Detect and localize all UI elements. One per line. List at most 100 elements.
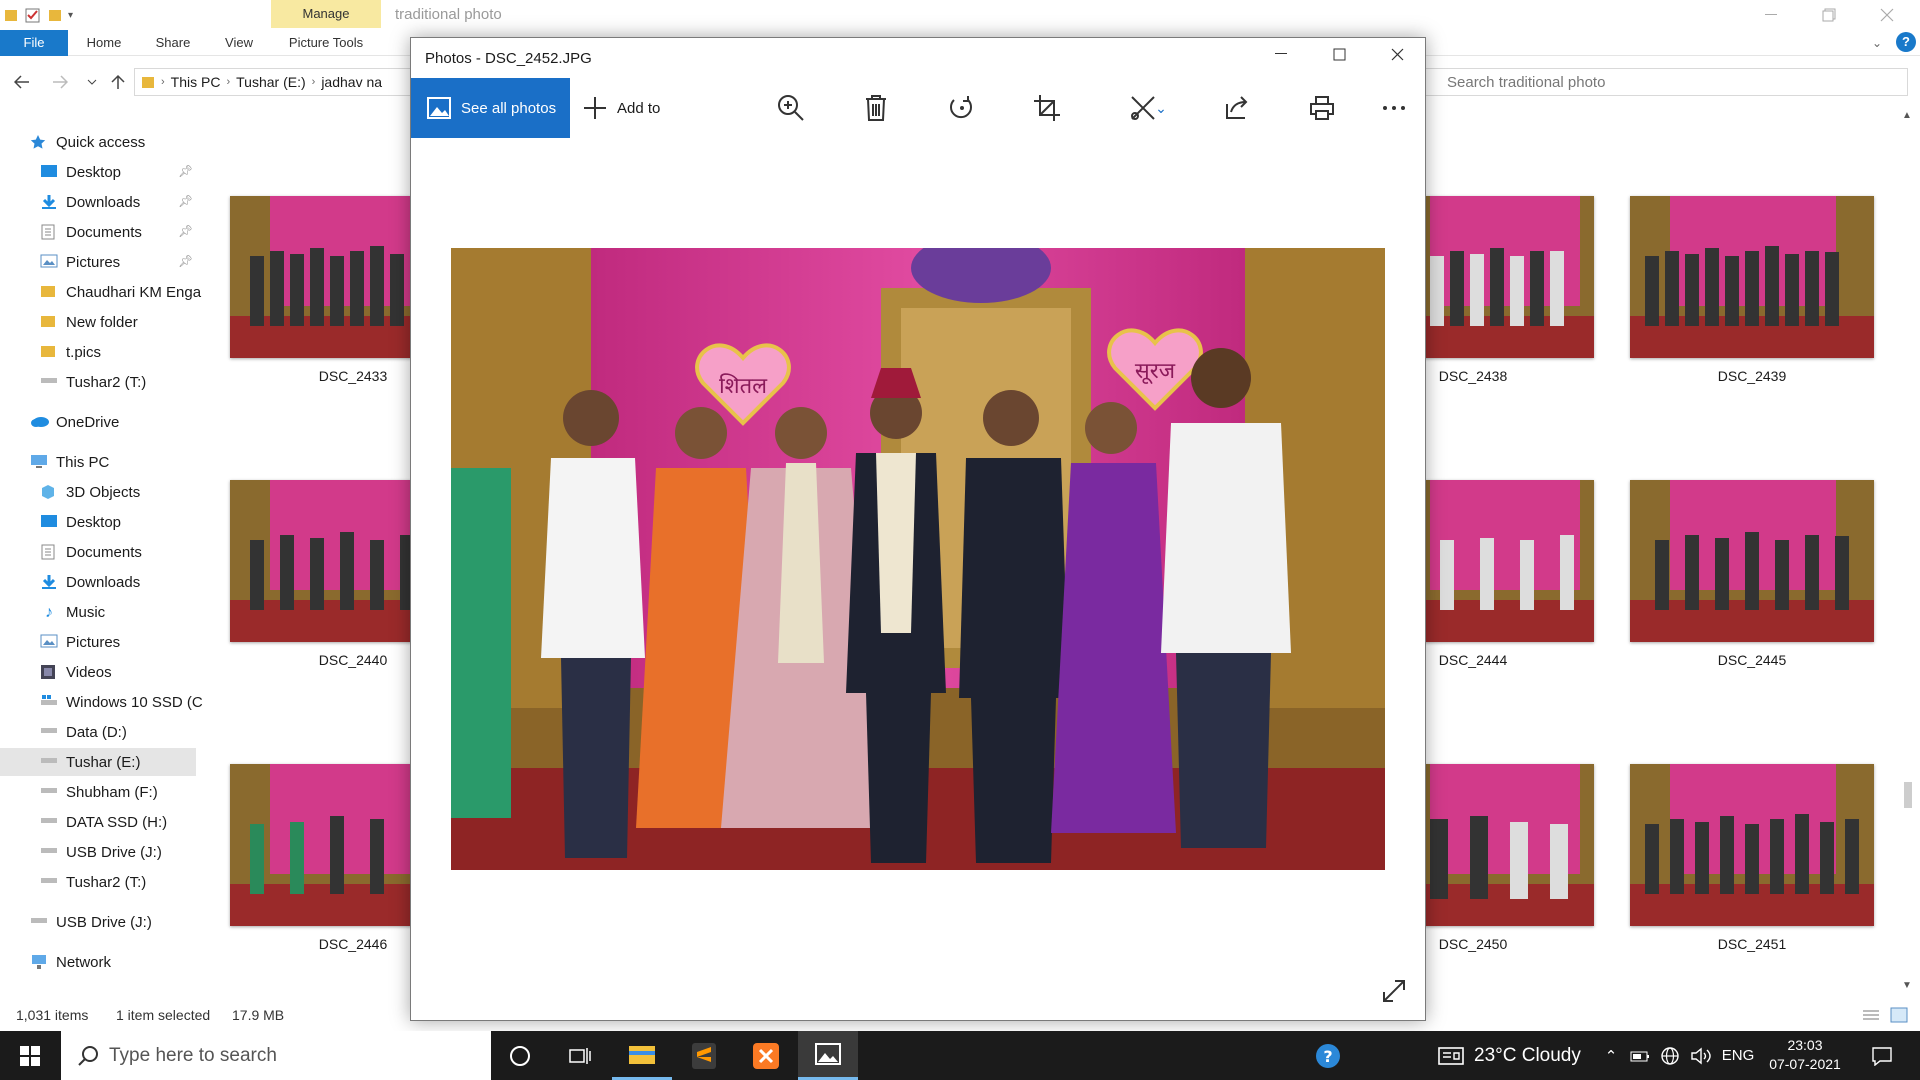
see-all-photos-button[interactable]: See all photos [411, 78, 570, 138]
share-icon[interactable] [1221, 92, 1253, 124]
nav-item-videos[interactable]: Videos [40, 658, 112, 686]
battery-icon[interactable] [1628, 1031, 1652, 1080]
nav-this-pc[interactable]: This PC [30, 448, 109, 476]
help-app-icon[interactable]: ? [1298, 1031, 1358, 1080]
minimize-button[interactable] [1742, 0, 1800, 30]
expand-ribbon-icon[interactable]: ⌄ [1872, 36, 1882, 50]
windows-start-button[interactable] [0, 1031, 60, 1080]
xampp-icon[interactable] [736, 1031, 796, 1080]
notifications-icon[interactable] [1864, 1031, 1900, 1080]
nav-onedrive[interactable]: OneDrive [30, 408, 119, 436]
nav-item-usb-j[interactable]: USB Drive (J:) [40, 838, 162, 866]
help-icon[interactable]: ? [1896, 32, 1916, 52]
chevron-down-icon[interactable]: ⌄ [1153, 92, 1169, 124]
photos-minimize-button[interactable] [1253, 38, 1309, 70]
breadcrumb-tushar-e[interactable]: Tushar (E:) [236, 74, 306, 90]
thumbnail-image[interactable] [1630, 196, 1874, 358]
pin-icon[interactable]: 📌︎ [178, 224, 193, 238]
rotate-icon[interactable] [946, 92, 978, 124]
delete-icon[interactable] [860, 92, 892, 124]
breadcrumb-jadhav[interactable]: jadhav na [321, 74, 382, 90]
nav-item-new-folder[interactable]: New folder [40, 308, 138, 336]
close-button[interactable] [1858, 0, 1916, 30]
nav-item-tushar2-t[interactable]: Tushar2 (T:) [40, 868, 146, 896]
nav-usb-drive[interactable]: USB Drive (J:) [30, 908, 152, 936]
sublime-text-icon[interactable] [674, 1031, 734, 1080]
weather-widget[interactable]: 23°C Cloudy [1438, 1031, 1581, 1080]
thumbnail-image[interactable] [1410, 196, 1594, 358]
network-globe-icon[interactable] [1658, 1031, 1682, 1080]
details-view-icon[interactable] [1862, 1009, 1880, 1023]
nav-item-chaudhari[interactable]: Chaudhari KM Enga [40, 278, 201, 306]
nav-item-data-d[interactable]: Data (D:) [40, 718, 127, 746]
tab-picture-tools[interactable]: Picture Tools [284, 30, 368, 56]
nav-item-pictures-pc[interactable]: Pictures [40, 628, 120, 656]
photos-taskbar-icon[interactable] [798, 1031, 858, 1080]
nav-item-tushar2-quick[interactable]: Tushar2 (T:) [40, 368, 146, 396]
nav-item-pictures[interactable]: Pictures [40, 248, 120, 276]
photos-close-button[interactable] [1369, 38, 1425, 70]
tab-share[interactable]: Share [152, 30, 194, 56]
pin-icon[interactable]: 📌︎ [178, 254, 193, 268]
forward-arrow-icon[interactable] [50, 72, 70, 92]
nav-item-tushar-e[interactable]: Tushar (E:) [0, 748, 196, 776]
nav-item-downloads-pc[interactable]: Downloads [40, 568, 140, 596]
add-to-button[interactable]: Add to [583, 78, 660, 138]
thumbnail-image[interactable] [1410, 480, 1594, 642]
volume-icon[interactable] [1688, 1031, 1714, 1080]
nav-network[interactable]: Network [30, 948, 111, 976]
taskbar-search-input[interactable]: Type here to search [61, 1031, 491, 1080]
address-bar[interactable]: › This PC › Tushar (E:) › jadhav na [134, 68, 412, 96]
pin-icon[interactable]: 📌︎ [178, 164, 193, 178]
search-input[interactable]: Search traditional photo [1410, 68, 1908, 96]
tab-file[interactable]: File [0, 30, 68, 56]
zoom-icon[interactable] [775, 92, 807, 124]
nav-item-windows-ssd[interactable]: Windows 10 SSD (C [40, 688, 203, 716]
large-icons-view-icon[interactable] [1890, 1007, 1908, 1023]
restore-button[interactable] [1800, 0, 1858, 30]
nav-item-3d-objects[interactable]: 3D Objects [40, 478, 140, 506]
tab-view[interactable]: View [222, 30, 256, 56]
nav-item-downloads[interactable]: Downloads [40, 188, 140, 216]
back-arrow-icon[interactable] [12, 72, 32, 92]
nav-item-documents[interactable]: Documents [40, 218, 142, 246]
thumbnail-label[interactable]: DSC_2445 [1630, 652, 1874, 668]
thumbnail-image[interactable] [1410, 764, 1594, 926]
crop-icon[interactable] [1031, 92, 1063, 124]
recent-locations-icon[interactable] [82, 72, 102, 92]
manage-tab[interactable]: Manage [271, 0, 381, 28]
nav-item-desktop[interactable]: Desktop [40, 158, 121, 186]
folder-icon[interactable] [4, 7, 18, 23]
nav-item-tpics[interactable]: t.pics [40, 338, 101, 366]
properties-icon[interactable] [24, 7, 42, 23]
nav-item-music[interactable]: ♪ Music [40, 598, 105, 626]
photo-viewer-image[interactable]: शितल सूरज [451, 248, 1385, 870]
file-explorer-taskbar-icon[interactable] [612, 1031, 672, 1080]
tab-home[interactable]: Home [84, 30, 124, 56]
expand-icon[interactable] [1381, 978, 1409, 1006]
thumbnail-label[interactable]: DSC_2439 [1630, 368, 1874, 384]
thumbnail-label[interactable]: DSC_2451 [1630, 936, 1874, 952]
breadcrumb-this-pc[interactable]: This PC [171, 74, 221, 90]
photos-maximize-button[interactable] [1311, 38, 1367, 70]
show-hidden-icons-icon[interactable]: ⌃ [1600, 1031, 1622, 1080]
nav-item-shubham-f[interactable]: Shubham (F:) [40, 778, 158, 806]
nav-quick-access[interactable]: Quick access [30, 128, 145, 156]
customize-toolbar-icon[interactable]: ▾ [68, 10, 73, 21]
cortana-icon[interactable] [490, 1031, 550, 1080]
more-icon[interactable] [1378, 92, 1410, 124]
nav-item-data-ssd-h[interactable]: DATA SSD (H:) [40, 808, 167, 836]
new-folder-icon[interactable] [48, 7, 62, 23]
nav-item-documents-pc[interactable]: Documents [40, 538, 142, 566]
language-indicator[interactable]: ENG [1720, 1031, 1756, 1080]
scrollbar-thumb[interactable] [1904, 782, 1912, 808]
nav-item-desktop-pc[interactable]: Desktop [40, 508, 121, 536]
print-icon[interactable] [1306, 92, 1338, 124]
scroll-down-icon[interactable]: ▼ [1902, 980, 1912, 991]
vertical-scrollbar[interactable]: ▲ ▼ [1898, 110, 1918, 991]
pin-icon[interactable]: 📌︎ [178, 194, 193, 208]
system-clock[interactable]: 23:03 07-07-2021 [1760, 1036, 1850, 1074]
thumbnail-image[interactable] [1630, 480, 1874, 642]
up-arrow-icon[interactable] [108, 72, 128, 92]
scroll-up-icon[interactable]: ▲ [1902, 110, 1912, 121]
